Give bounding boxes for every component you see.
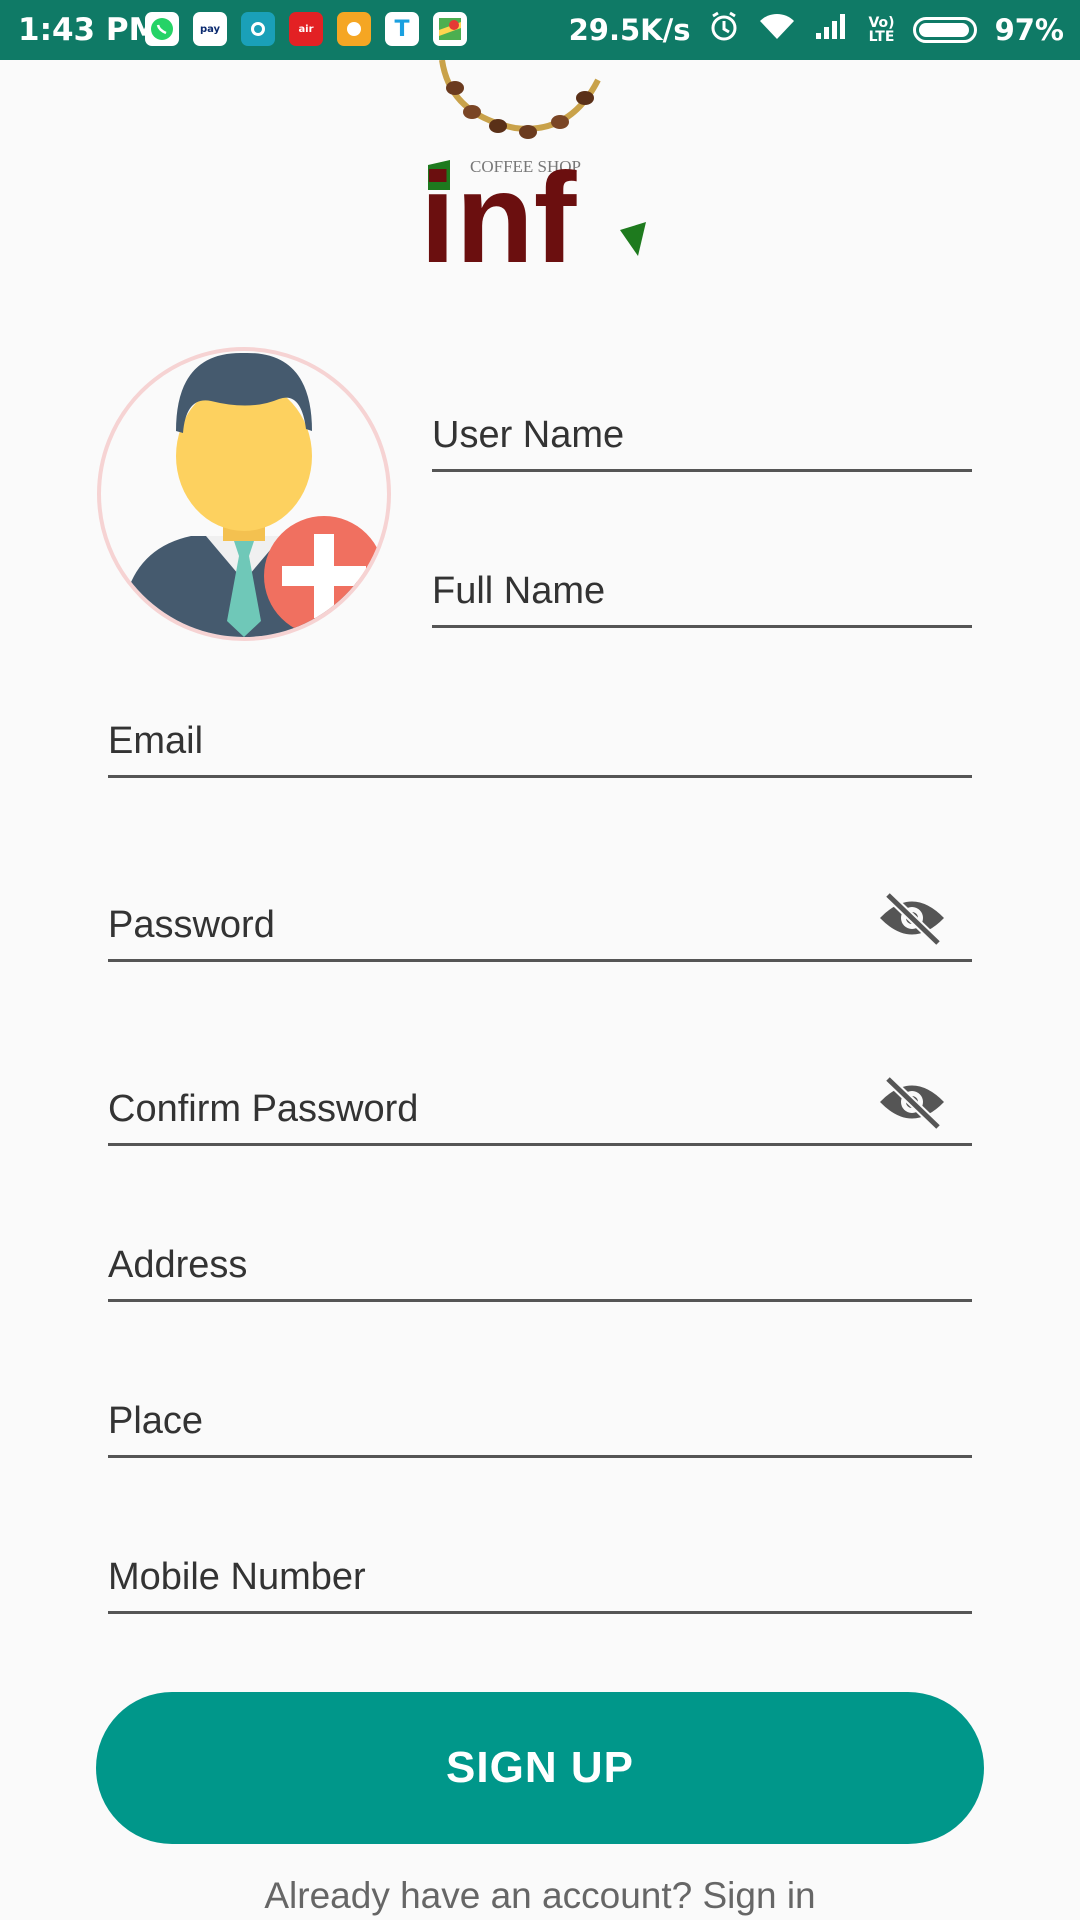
confirm-password-placeholder: Confirm Password: [108, 1088, 419, 1130]
confirm-password-field[interactable]: Confirm Password: [108, 1073, 972, 1146]
alarm-icon: [708, 10, 740, 49]
paytm-icon: pay: [193, 12, 227, 46]
sign-up-button[interactable]: SIGN UP: [96, 1692, 984, 1844]
maps-icon: [433, 12, 467, 46]
password-field[interactable]: Password: [108, 889, 972, 962]
password-placeholder: Password: [108, 904, 275, 946]
address-field[interactable]: Address: [108, 1232, 972, 1302]
address-placeholder: Address: [108, 1244, 248, 1286]
sign-up-label: SIGN UP: [446, 1743, 634, 1792]
battery-icon: [912, 16, 977, 43]
chat-icon: [337, 12, 371, 46]
user-name-placeholder: User Name: [432, 414, 625, 456]
sign-in-link[interactable]: Already have an account? Sign in: [0, 1875, 1080, 1917]
mobile-number-placeholder: Mobile Number: [108, 1556, 366, 1598]
add-photo-icon[interactable]: [264, 516, 384, 636]
network-speed: 29.5K/s: [568, 12, 691, 47]
place-field[interactable]: Place: [108, 1388, 972, 1458]
email-placeholder: Email: [108, 720, 204, 762]
app-icon: [241, 12, 275, 46]
logo-brand-text: inf: [420, 147, 577, 290]
coffee-shop-logo: COFFEE SHOP inf: [420, 59, 680, 310]
airtel-icon: air: [289, 12, 323, 46]
place-placeholder: Place: [108, 1400, 204, 1442]
toggle-confirm-password-visibility-icon[interactable]: [878, 1073, 946, 1131]
battery-percent: 97%: [994, 12, 1064, 47]
profile-avatar-picker[interactable]: [97, 347, 391, 641]
full-name-field[interactable]: Full Name: [432, 558, 972, 628]
system-status: 29.5K/s Vo) LTE 97%: [569, 10, 1064, 49]
email-field[interactable]: Email: [108, 708, 972, 778]
signal-icon: [814, 11, 850, 48]
full-name-placeholder: Full Name: [432, 570, 606, 612]
user-name-field[interactable]: User Name: [432, 402, 972, 472]
status-bar: 1:43 PM pay air T 29.5K/s Vo) LTE 97%: [0, 0, 1080, 60]
notification-icons: pay air T: [145, 12, 467, 46]
wifi-icon: [758, 11, 796, 48]
status-time: 1:43 PM: [18, 12, 160, 48]
volte-icon: Vo) LTE: [868, 14, 895, 45]
mobile-number-field[interactable]: Mobile Number: [108, 1544, 972, 1614]
toggle-password-visibility-icon[interactable]: [878, 889, 946, 947]
whatsapp-icon: [145, 12, 179, 46]
t-icon: T: [385, 12, 419, 46]
